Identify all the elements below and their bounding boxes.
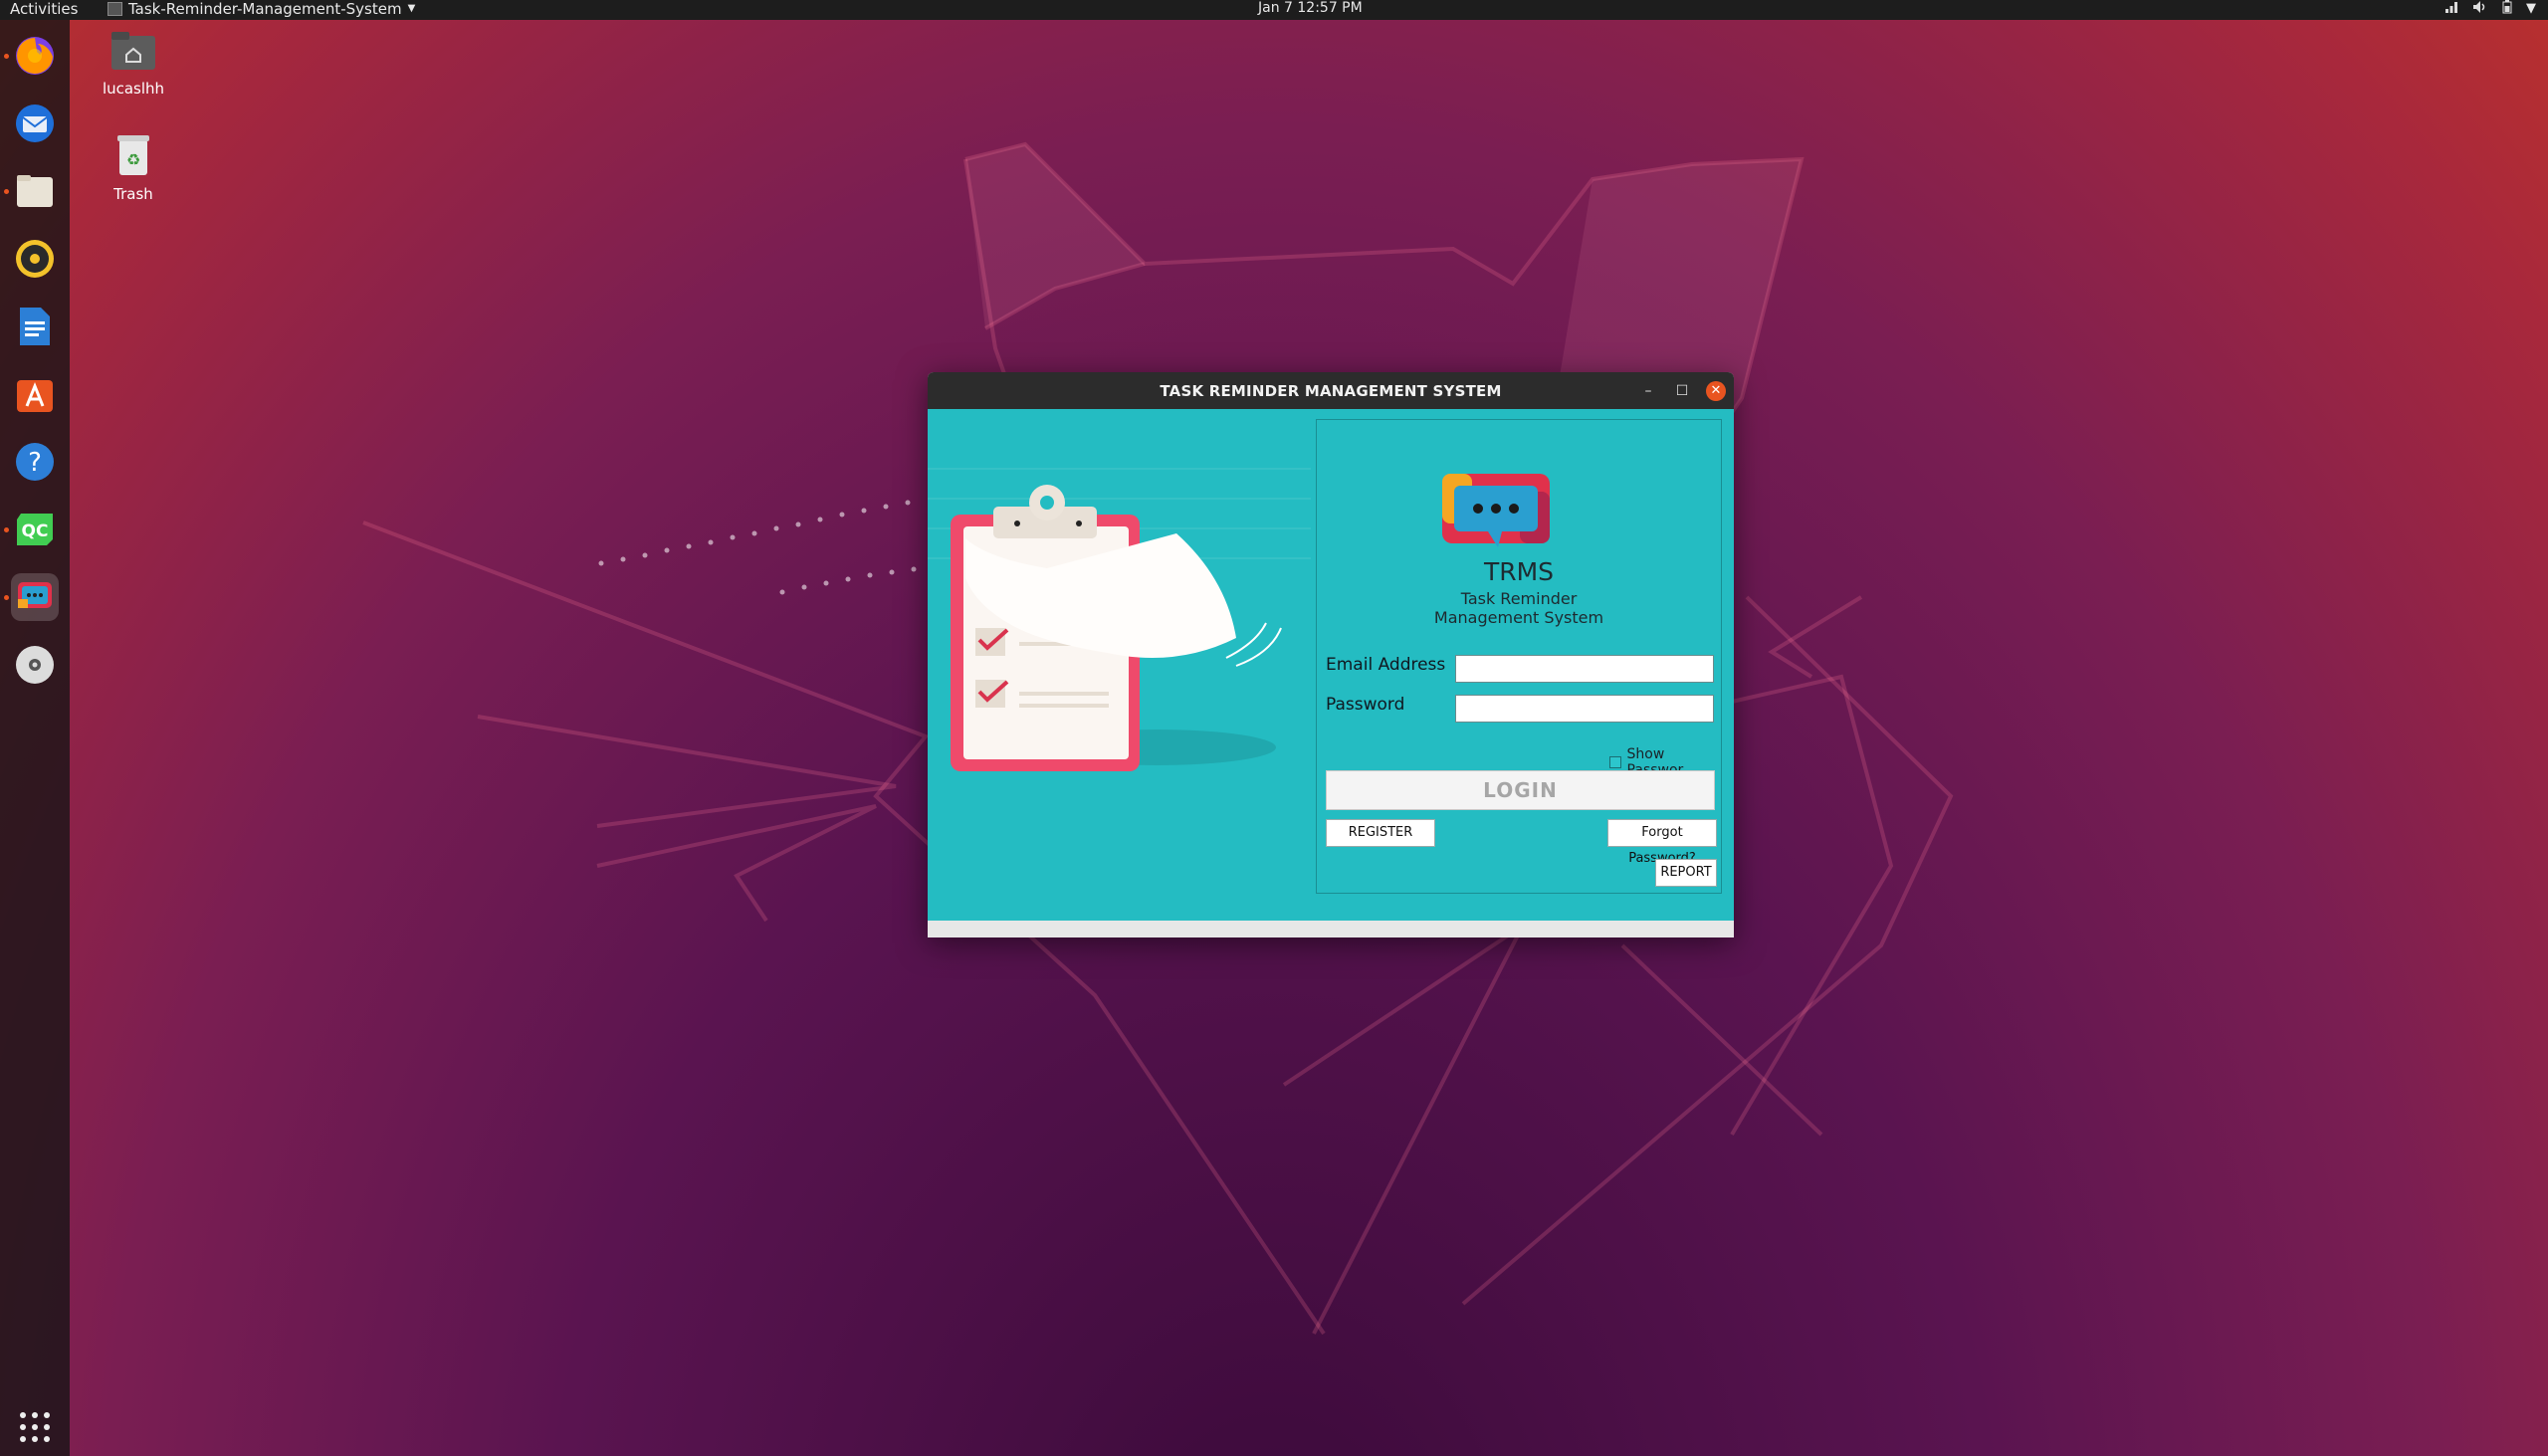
maximize-button[interactable]: ☐ <box>1672 381 1692 401</box>
report-button[interactable]: REPORT <box>1655 859 1717 887</box>
top-bar: Activities Task-Reminder-Management-Syst… <box>0 0 2548 20</box>
thunderbird-launcher[interactable] <box>11 100 59 147</box>
running-indicator <box>4 189 9 194</box>
running-indicator <box>4 595 9 600</box>
files-icon <box>17 175 53 207</box>
svg-text:?: ? <box>28 448 42 478</box>
trms-app-icon <box>18 582 52 608</box>
register-button[interactable]: REGISTER <box>1326 819 1435 847</box>
clock[interactable]: Jan 7 12:57 PM <box>1258 0 1363 16</box>
maximize-icon: ☐ <box>1675 383 1689 399</box>
qt-creator-icon: QC <box>17 514 53 545</box>
rhythmbox-icon <box>16 240 54 278</box>
activities-button[interactable]: Activities <box>10 0 78 18</box>
brand-subtitle-line2: Management System <box>1433 608 1604 627</box>
firefox-icon <box>16 37 54 75</box>
thunderbird-icon <box>16 104 54 142</box>
app-grid-icon <box>20 1412 50 1442</box>
minimize-icon: – <box>1644 383 1652 399</box>
network-icon <box>2444 0 2458 20</box>
rhythmbox-launcher[interactable] <box>11 235 59 283</box>
software-store-icon <box>17 380 53 412</box>
forgot-password-button[interactable]: Forgot Password? <box>1607 819 1717 866</box>
document-icon <box>20 308 50 345</box>
svg-text:♻: ♻ <box>126 150 140 169</box>
desktop-icon-label: lucaslhh <box>102 80 165 98</box>
running-indicator <box>4 527 9 532</box>
firefox-launcher[interactable] <box>11 32 59 80</box>
volume-icon <box>2472 0 2488 20</box>
chevron-down-icon: ▼ <box>407 3 416 14</box>
dock: ? QC <box>0 20 70 1456</box>
password-field[interactable] <box>1455 695 1714 723</box>
system-tray[interactable]: ▼ <box>2444 0 2536 20</box>
desktop-trash[interactable]: ♻ Trash <box>84 131 183 203</box>
running-indicator <box>4 54 9 59</box>
software-launcher[interactable] <box>11 370 59 418</box>
email-label: Email Address <box>1326 655 1446 675</box>
disc-icon <box>16 646 54 684</box>
help-launcher[interactable]: ? <box>11 438 59 486</box>
trash-icon: ♻ <box>84 131 183 181</box>
brand-subtitle-line1: Task Reminder <box>1460 589 1578 608</box>
battery-icon <box>2502 0 2512 20</box>
files-launcher[interactable] <box>11 167 59 215</box>
help-icon: ? <box>16 443 54 481</box>
desktop-icon-label: Trash <box>113 185 153 203</box>
trms-launcher[interactable] <box>11 573 59 621</box>
clipboard-illustration <box>928 409 1311 921</box>
trms-login-window: TASK REMINDER MANAGEMENT SYSTEM – ☐ ✕ TR… <box>928 372 1734 937</box>
close-button[interactable]: ✕ <box>1706 381 1726 401</box>
close-icon: ✕ <box>1710 383 1722 398</box>
show-password-checkbox[interactable] <box>1609 756 1621 768</box>
window-title: TASK REMINDER MANAGEMENT SYSTEM <box>1160 382 1502 400</box>
chevron-down-icon: ▼ <box>2526 1 2536 16</box>
app-menu[interactable]: Task-Reminder-Management-System ▼ <box>107 0 415 18</box>
app-menu-icon <box>107 2 122 16</box>
svg-text:QC: QC <box>22 521 49 541</box>
qtcreator-launcher[interactable]: QC <box>11 506 59 553</box>
window-titlebar[interactable]: TASK REMINDER MANAGEMENT SYSTEM – ☐ ✕ <box>928 372 1734 409</box>
login-button[interactable]: LOGIN <box>1326 770 1715 810</box>
email-field[interactable] <box>1455 655 1714 683</box>
minimize-button[interactable]: – <box>1638 381 1658 401</box>
brand-name: TRMS <box>1483 557 1555 586</box>
show-applications-button[interactable] <box>11 1403 59 1451</box>
desktop-home-folder[interactable]: lucaslhh <box>84 30 183 98</box>
app-menu-label: Task-Reminder-Management-System <box>128 0 402 18</box>
window-content: TRMS Task Reminder Management System Ema… <box>928 409 1734 921</box>
password-label: Password <box>1326 695 1405 715</box>
trms-logo <box>1440 472 1552 553</box>
login-panel: TRMS Task Reminder Management System Ema… <box>1316 419 1722 894</box>
home-folder-icon <box>84 30 183 76</box>
dvd-launcher[interactable] <box>11 641 59 689</box>
writer-launcher[interactable] <box>11 303 59 350</box>
window-status-strip <box>928 921 1734 937</box>
